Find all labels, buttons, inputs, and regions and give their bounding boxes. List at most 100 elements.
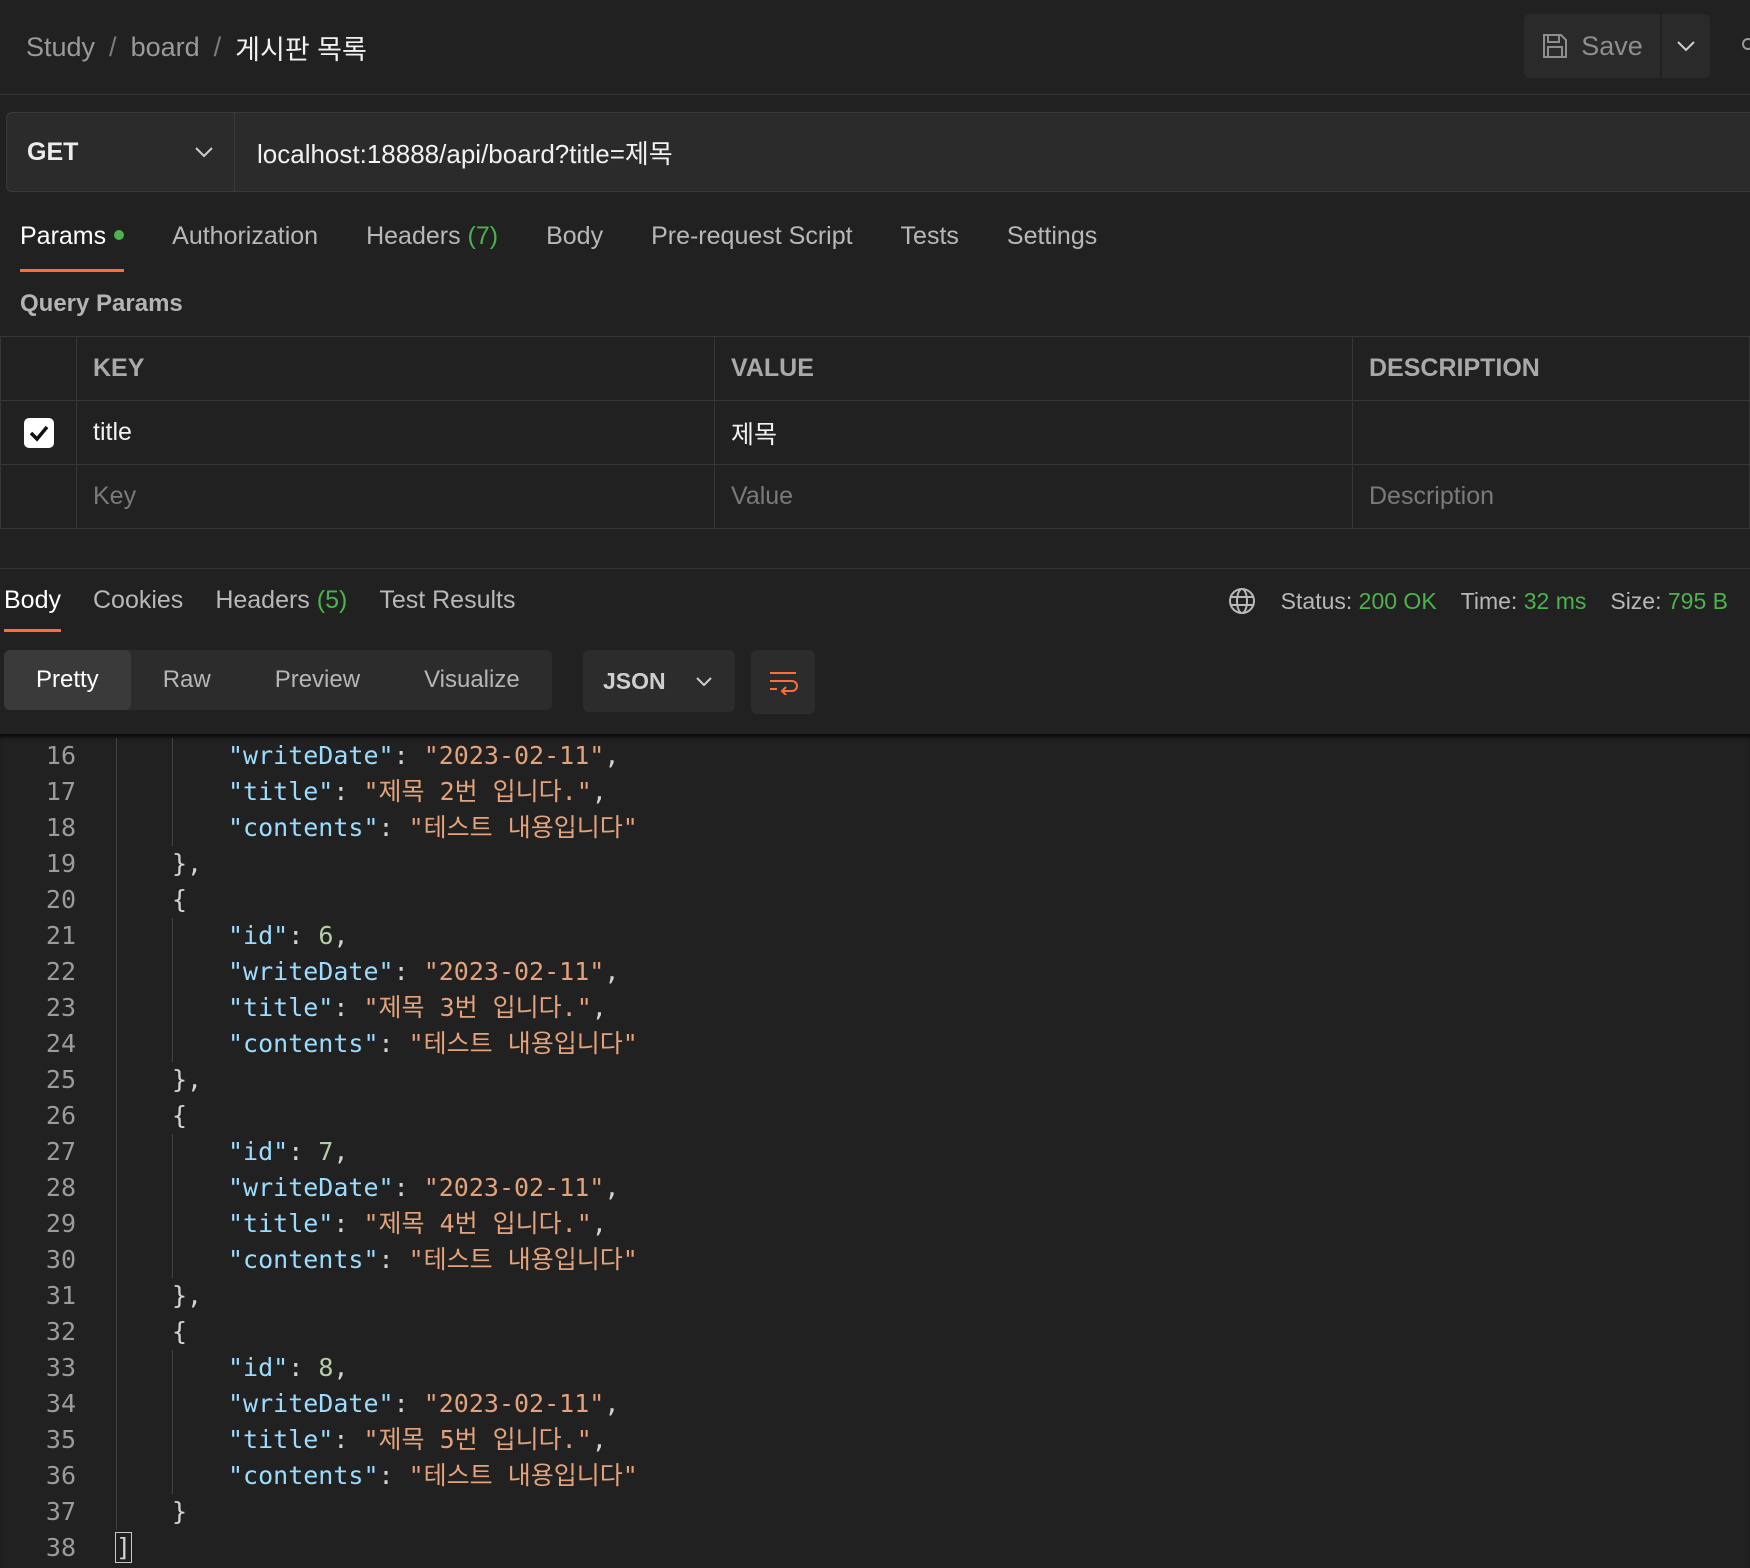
indent-guide	[172, 1386, 173, 1422]
request-name[interactable]: 게시판 목록	[235, 28, 367, 67]
breadcrumb-collection[interactable]: board	[131, 32, 200, 63]
new-description-input[interactable]: Description	[1352, 464, 1750, 529]
code-text: "title": "제목 3번 입니다.",	[228, 990, 607, 1026]
breadcrumb: Study / board / 게시판 목록	[26, 28, 367, 67]
indent-guide	[116, 1170, 117, 1206]
param-value-cell[interactable]: 제목	[714, 400, 1353, 465]
time-label: Time:	[1460, 587, 1518, 614]
response-body-editor[interactable]: 16 "writeDate": "2023-02-11", 17 "title": "…	[0, 734, 1750, 1568]
code-line: 17 "title": "제목 2번 입니다.",	[0, 774, 1750, 810]
view-pretty-button[interactable]: Pretty	[4, 650, 131, 710]
size-info[interactable]: Size: 795 B	[1610, 588, 1728, 615]
tab-cookies[interactable]: Cookies	[93, 586, 183, 632]
indent-guide	[172, 1026, 173, 1062]
param-enabled-cell	[0, 400, 77, 465]
line-number: 25	[45, 1065, 76, 1094]
tab-headers[interactable]: Headers (7)	[366, 222, 498, 272]
json-colon: :	[288, 1137, 319, 1166]
pane-divider[interactable]	[0, 568, 1750, 569]
status-info[interactable]: Status: 200 OK	[1281, 588, 1437, 615]
save-icon	[1543, 34, 1568, 58]
description-column-header: DESCRIPTION	[1352, 336, 1750, 401]
code-line: 26 {	[0, 1098, 1750, 1134]
code-line: 16 "writeDate": "2023-02-11",	[0, 738, 1750, 774]
globe-icon[interactable]	[1227, 586, 1257, 616]
indent-guide	[116, 1386, 117, 1422]
tab-response-headers[interactable]: Headers (5)	[215, 586, 347, 632]
response-tabs: Body Cookies Headers (5) Test Results	[4, 586, 548, 632]
line-number: 20	[45, 885, 76, 914]
tab-response-headers-count: (5)	[316, 586, 348, 614]
checkbox-checked-icon[interactable]	[23, 417, 54, 448]
tab-body[interactable]: Body	[546, 222, 603, 272]
query-params-table: KEY VALUE DESCRIPTION title 제목 Key Value…	[0, 336, 1750, 529]
json-comma: ,	[591, 1425, 607, 1454]
json-colon: :	[378, 813, 409, 842]
new-value-input[interactable]: Value	[714, 464, 1353, 529]
tab-authorization[interactable]: Authorization	[172, 222, 318, 272]
tab-settings[interactable]: Settings	[1007, 222, 1097, 272]
tab-test-results[interactable]: Test Results	[379, 586, 515, 632]
line-number: 37	[45, 1497, 76, 1526]
json-number: 8	[318, 1353, 334, 1382]
tab-response-body[interactable]: Body	[4, 586, 61, 632]
format-select[interactable]: JSON	[583, 650, 735, 712]
line-number: 17	[45, 777, 76, 806]
json-colon: :	[378, 1461, 409, 1490]
line-number: 16	[45, 741, 76, 770]
line-number: 29	[45, 1209, 76, 1238]
tab-params[interactable]: Params	[20, 222, 125, 272]
new-key-input[interactable]: Key	[76, 464, 715, 529]
json-key: "title"	[228, 777, 334, 806]
wrap-lines-button[interactable]	[751, 650, 815, 714]
status-value: 200 OK	[1358, 587, 1437, 614]
chevron-down-icon	[1677, 41, 1695, 52]
json-string: "2023-02-11"	[423, 741, 605, 770]
code-line: 29 "title": "제목 4번 입니다.",	[0, 1206, 1750, 1242]
json-colon: :	[288, 921, 319, 950]
tab-tests[interactable]: Tests	[901, 222, 959, 272]
param-description-cell[interactable]	[1352, 400, 1750, 465]
code-text: {	[172, 882, 187, 918]
view-preview-button[interactable]: Preview	[243, 650, 392, 710]
json-string: "제목 5번 입니다."	[363, 1425, 592, 1454]
code-line: 25},	[0, 1062, 1750, 1098]
link-icon[interactable]	[1738, 34, 1750, 54]
indent-guide	[172, 1422, 173, 1458]
json-colon: :	[333, 1209, 364, 1238]
json-string: "테스트 내용입니다"	[408, 813, 638, 842]
json-key: "writeDate"	[228, 1173, 394, 1202]
json-key: "title"	[228, 1209, 334, 1238]
method-select[interactable]: GET	[7, 113, 235, 191]
code-text: },	[172, 846, 202, 882]
code-line: 21 "id": 6,	[0, 918, 1750, 954]
line-number: 18	[45, 813, 76, 842]
save-options-button[interactable]	[1662, 14, 1710, 78]
line-number: 26	[45, 1101, 76, 1130]
breadcrumb-workspace[interactable]: Study	[26, 32, 95, 63]
line-number: 24	[45, 1029, 76, 1058]
tab-pre-request-script[interactable]: Pre-request Script	[651, 222, 852, 272]
line-number: 36	[45, 1461, 76, 1490]
wrap-lines-icon	[770, 672, 798, 695]
format-label: JSON	[603, 667, 666, 694]
param-key-cell[interactable]: title	[76, 400, 715, 465]
json-punctuation: }	[172, 1497, 188, 1526]
json-comma: ,	[604, 957, 620, 986]
json-colon: :	[393, 1173, 424, 1202]
line-number: 22	[45, 957, 76, 986]
url-input[interactable]: localhost:18888/api/board?title=제목	[235, 113, 1750, 191]
time-info[interactable]: Time: 32 ms	[1461, 588, 1587, 615]
save-button[interactable]: Save	[1524, 14, 1660, 78]
view-raw-button[interactable]: Raw	[131, 650, 243, 710]
line-number: 33	[45, 1353, 76, 1382]
view-visualize-button[interactable]: Visualize	[392, 650, 552, 710]
tab-response-headers-label: Headers	[215, 586, 310, 614]
code-text: "writeDate": "2023-02-11",	[228, 738, 619, 774]
indent-guide	[172, 1458, 173, 1494]
code-text: "title": "제목 4번 입니다.",	[228, 1206, 607, 1242]
line-number: 35	[45, 1425, 76, 1454]
request-tabs: Params Authorization Headers (7) Body Pr…	[20, 222, 1145, 272]
code-text: "writeDate": "2023-02-11",	[228, 954, 619, 990]
code-line: 28 "writeDate": "2023-02-11",	[0, 1170, 1750, 1206]
